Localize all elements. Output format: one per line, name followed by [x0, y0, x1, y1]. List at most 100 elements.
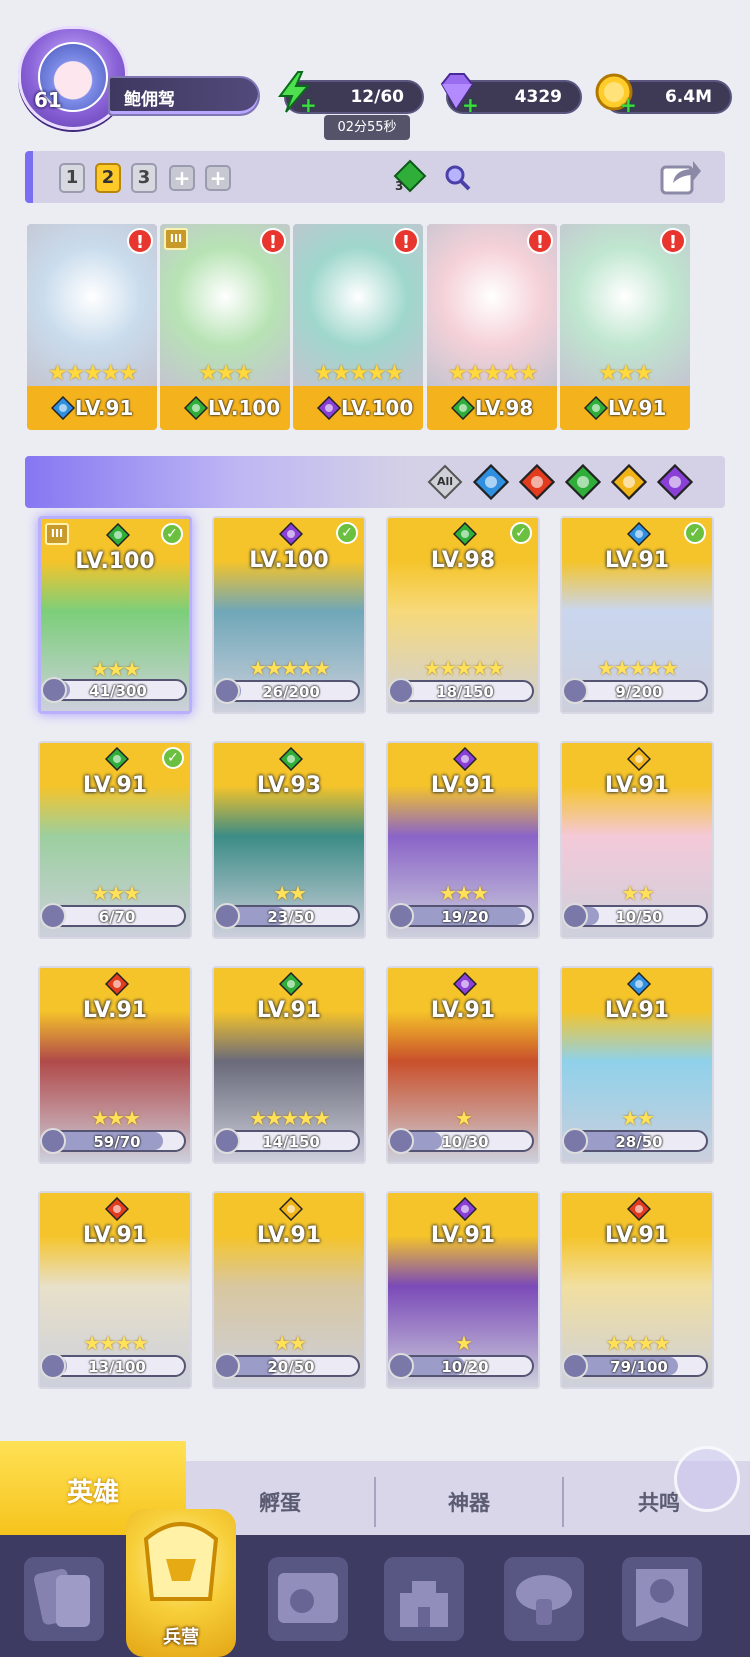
top-bar: 61 鲍佣驾 + 12/60 02分55秒 + 4329 + 6.4M	[0, 0, 750, 140]
shard-progress-bar: 9/200	[570, 680, 708, 702]
dark-element-icon	[452, 971, 478, 997]
team-hero-card[interactable]: III ! ★★★ LV.100	[160, 224, 290, 430]
hero-card[interactable]: LV.91 ★ 10/30	[386, 966, 540, 1164]
shard-count: 79/100	[610, 1358, 668, 1376]
dark-element-icon	[452, 1196, 478, 1222]
hero-card[interactable]: LV.91 ★★ 28/50	[560, 966, 714, 1164]
star-rating: ★★	[621, 881, 655, 905]
gem-counter[interactable]: + 4329	[440, 73, 582, 115]
nav-barracks[interactable]: 兵营	[126, 1509, 236, 1657]
energy-timer: 02分55秒	[324, 115, 410, 140]
hero-card[interactable]: LV.91 ★★ 10/50	[560, 741, 714, 939]
search-icon[interactable]	[443, 163, 471, 191]
player-name-plate[interactable]: 鲍佣驾	[108, 76, 260, 116]
nav-cards-icon[interactable]	[24, 1557, 104, 1641]
shard-progress-bar: 59/70	[48, 1130, 186, 1152]
energy-value: 12/60	[350, 87, 404, 107]
shard-progress-bar: 23/50	[222, 905, 360, 927]
shard-icon	[562, 678, 588, 704]
hero-card[interactable]: ✓ LV.100 ★★★★★ 26/200	[212, 516, 366, 714]
nav-mushroom-icon[interactable]	[504, 1557, 584, 1641]
shard-icon	[214, 1353, 240, 1379]
add-team-button-2[interactable]: +	[205, 165, 231, 191]
star-rating: ★	[455, 1331, 473, 1355]
nav-guild-icon[interactable]	[622, 1557, 702, 1641]
hero-card[interactable]: LV.91 ★★★★ 13/100	[38, 1191, 192, 1389]
star-rating: ★★★	[198, 361, 253, 386]
team-tab-3[interactable]: 3	[131, 163, 157, 193]
hero-card[interactable]: LV.91 ★★★★★ 14/150	[212, 966, 366, 1164]
shard-progress-bar: 10/20	[396, 1355, 534, 1377]
shard-icon	[388, 903, 414, 929]
team-tab-1[interactable]: 1	[59, 163, 85, 193]
gold-counter[interactable]: + 6.4M	[595, 73, 732, 115]
star-rating: ★★★★	[83, 1331, 149, 1355]
hero-card[interactable]: LV.91 ★ 10/20	[386, 1191, 540, 1389]
nav-castle-icon[interactable]	[384, 1557, 464, 1641]
shard-progress-bar: 10/50	[570, 905, 708, 927]
energy-counter[interactable]: + 12/60	[278, 71, 424, 115]
shard-icon	[562, 1353, 588, 1379]
shard-count: 14/150	[262, 1133, 320, 1151]
shard-progress-bar: 10/30	[396, 1130, 534, 1152]
hero-level: LV.93	[256, 773, 322, 798]
filter-fire-icon[interactable]	[518, 463, 556, 501]
star-rating: ★★★★	[605, 1331, 671, 1355]
gem-plus-icon[interactable]: +	[462, 95, 479, 115]
gem-value: 4329	[514, 87, 562, 107]
star-rating: ★★★★★	[47, 361, 139, 386]
add-team-button-1[interactable]: +	[169, 165, 195, 191]
shard-progress-bar: 18/150	[396, 680, 534, 702]
gold-plus-icon[interactable]: +	[620, 95, 637, 115]
filter-water-icon[interactable]	[472, 463, 510, 501]
nav-map-icon[interactable]	[268, 1557, 348, 1641]
shard-count: 41/300	[89, 682, 147, 700]
hero-card[interactable]: LV.91 ★★★★ 79/100	[560, 1191, 714, 1389]
shard-progress-bar: 28/50	[570, 1130, 708, 1152]
hero-card[interactable]: LV.91 ★★★ 59/70	[38, 966, 192, 1164]
hero-level: LV.100	[249, 548, 329, 573]
nav-barracks-label: 兵营	[163, 1627, 199, 1648]
filter-light-icon[interactable]	[610, 463, 648, 501]
energy-plus-icon[interactable]: +	[300, 95, 317, 115]
filter-nature-icon[interactable]	[564, 463, 602, 501]
team-hero-card[interactable]: ! ★★★ LV.91	[560, 224, 690, 430]
shard-progress-bar: 79/100	[570, 1355, 708, 1377]
nature-element-icon	[452, 521, 478, 547]
hero-level: LV.100	[208, 396, 281, 420]
alert-icon: !	[527, 228, 553, 254]
shard-count: 10/20	[441, 1358, 489, 1376]
floating-assist-button[interactable]	[674, 1446, 740, 1512]
hero-card[interactable]: ✓ LV.91 ★★★ 6/70	[38, 741, 192, 939]
nature-element-icon	[105, 522, 131, 548]
dark-element-icon	[316, 395, 342, 421]
hero-card[interactable]: LV.91 ★★★ 19/20	[386, 741, 540, 939]
team-hero-card[interactable]: ! ★★★★★ LV.91	[27, 224, 157, 430]
filter-all-button[interactable]: All	[427, 464, 463, 500]
star-rating: ★★★	[91, 657, 141, 681]
shard-progress-bar: 19/20	[396, 905, 534, 927]
shard-count: 13/100	[88, 1358, 146, 1376]
shard-progress-bar: 13/100	[48, 1355, 186, 1377]
team-hero-card[interactable]: ! ★★★★★ LV.100	[293, 224, 423, 430]
hero-level: LV.91	[604, 1223, 670, 1248]
in-team-check-icon: ✓	[161, 523, 183, 545]
player-level: 61	[34, 88, 62, 112]
shard-count: 23/50	[267, 908, 315, 926]
star-rating: ★★★★★	[249, 1106, 331, 1130]
filter-all-label: All	[436, 475, 454, 488]
team-hero-card[interactable]: ! ★★★★★ LV.98	[427, 224, 557, 430]
shard-icon	[214, 678, 240, 704]
hero-card[interactable]: LV.93 ★★ 23/50	[212, 741, 366, 939]
hero-card[interactable]: LV.91 ★★ 20/50	[212, 1191, 366, 1389]
filter-dark-icon[interactable]	[656, 463, 694, 501]
hero-level: LV.91	[608, 396, 667, 420]
team-tab-2[interactable]: 2	[95, 163, 121, 193]
hero-card[interactable]: ✓ LV.91 ★★★★★ 9/200	[560, 516, 714, 714]
star-rating: ★★★	[91, 881, 141, 905]
tab-artifact[interactable]: 神器	[376, 1461, 562, 1545]
hero-card[interactable]: III ✓ LV.100 ★★★ 41/300	[38, 516, 192, 714]
hero-level: LV.91	[82, 773, 148, 798]
share-icon[interactable]	[659, 157, 703, 197]
hero-card[interactable]: ✓ LV.98 ★★★★★ 18/150	[386, 516, 540, 714]
